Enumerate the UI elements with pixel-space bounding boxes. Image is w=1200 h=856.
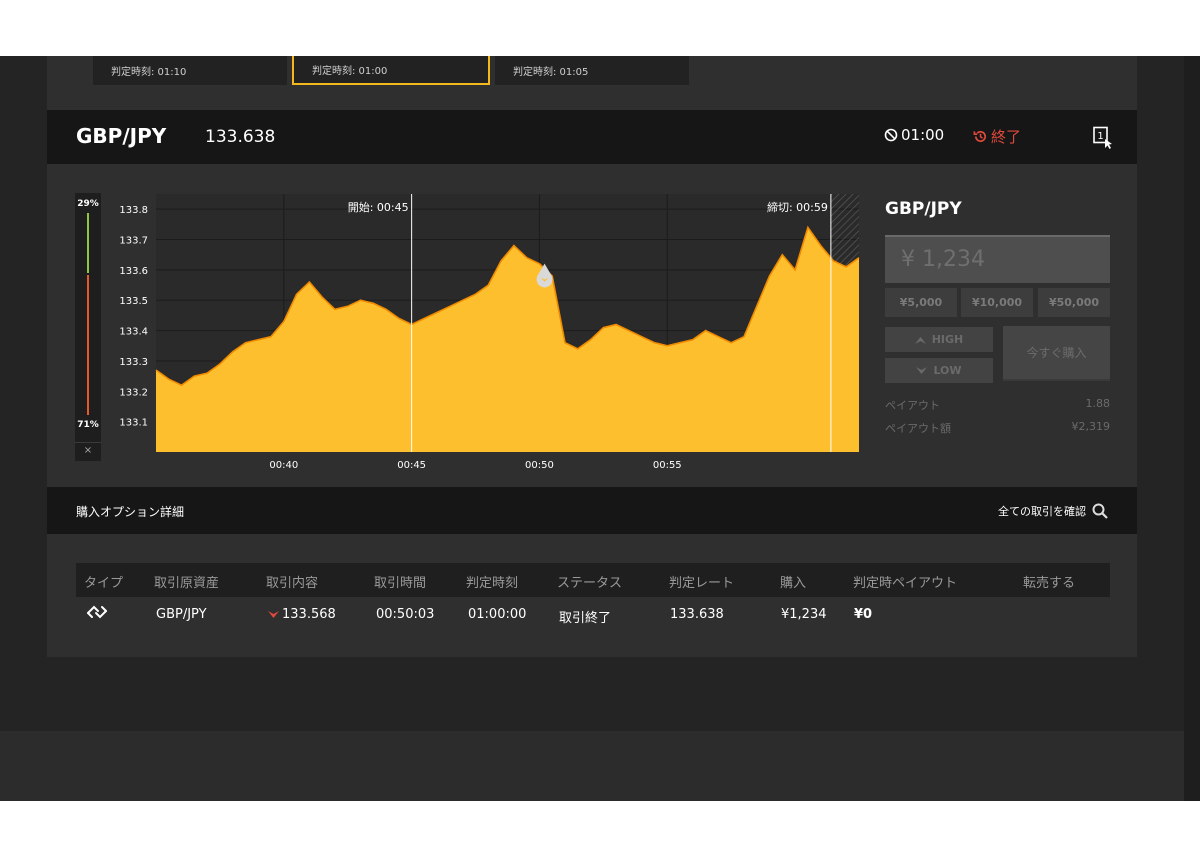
x-tick-label: 00:50 <box>525 460 554 471</box>
col-status: ステータス <box>557 576 623 591</box>
arrow-down-icon <box>916 366 928 374</box>
start-marker-label: 開始: 00:45 <box>348 200 409 214</box>
time-card-0100-selected[interactable]: 判定時刻: 01:00 <box>292 56 490 85</box>
y-tick-label: 133.8 <box>119 205 148 216</box>
row-payout: ¥0 <box>854 607 873 622</box>
sentiment-high-pct: 29% <box>77 199 99 209</box>
high-button[interactable]: HIGH <box>885 327 993 352</box>
sentiment-low-pct: 71% <box>77 420 99 430</box>
sentiment-close-button[interactable]: × <box>75 442 101 456</box>
details-title: 購入オプション詳細 <box>76 505 185 519</box>
col-payout: 判定時ペイアウト <box>853 576 958 591</box>
sentiment-low-line <box>87 275 89 415</box>
row-content-value: 133.568 <box>282 607 336 622</box>
col-judge-rate: 判定レート <box>669 576 735 591</box>
scrollbar-track[interactable] <box>1184 56 1200 801</box>
payout-amount-value: ¥2,319 <box>1071 420 1111 433</box>
col-asset: 取引原資産 <box>154 576 220 591</box>
col-content: 取引内容 <box>266 576 319 591</box>
row-trade-time: 00:50:03 <box>376 607 435 622</box>
svg-text:1: 1 <box>1097 131 1103 142</box>
y-tick-label: 133.1 <box>119 418 148 429</box>
confirm-all-label: 全ての取引を確認 <box>998 505 1086 518</box>
search-icon <box>1092 503 1108 519</box>
x-tick-label: 00:40 <box>269 460 298 471</box>
timer-text: 01:00 <box>901 126 945 144</box>
time-card-0110[interactable]: 判定時刻: 01:10 <box>93 56 287 85</box>
asset-price: 133.638 <box>205 127 276 147</box>
confirm-all-trades-link[interactable]: 全ての取引を確認 <box>998 503 1108 519</box>
row-purchase: ¥1,234 <box>781 607 827 622</box>
footer-band <box>0 731 1184 801</box>
high-label: HIGH <box>931 333 964 346</box>
amount-input[interactable]: ¥ 1,234 <box>885 235 1110 283</box>
y-tick-label: 133.4 <box>119 327 148 338</box>
payout-value: 1.88 <box>1085 397 1111 410</box>
y-tick-label: 133.7 <box>119 236 148 247</box>
no-entry-icon <box>884 128 898 142</box>
payout-amount-label: ペイアウト額 <box>885 422 951 435</box>
sentiment-high-line <box>87 213 89 273</box>
trade-panel-pair: GBP/JPY <box>885 199 962 219</box>
expiry-timer: 01:00 <box>884 126 944 144</box>
preset-50000-button[interactable]: ¥50,000 <box>1038 288 1110 317</box>
low-button[interactable]: LOW <box>885 358 993 383</box>
arrow-down-icon <box>268 610 279 618</box>
status-ended: 終了 <box>973 126 1021 147</box>
y-tick-label: 133.3 <box>119 357 148 368</box>
x-tick-label: 00:45 <box>397 460 426 471</box>
payout-label: ペイアウト <box>885 399 940 412</box>
row-judge-rate: 133.638 <box>670 607 724 622</box>
y-tick-label: 133.2 <box>119 387 148 398</box>
buy-now-button[interactable]: 今すぐ購入 <box>1003 326 1110 381</box>
y-tick-label: 133.5 <box>119 296 148 307</box>
col-judge-time: 判定時刻 <box>466 576 519 591</box>
row-status: 取引終了 <box>559 611 612 626</box>
price-chart[interactable]: 133.8 133.7 133.6 133.5 133.4 133.3 133.2 133.1… <box>100 190 870 475</box>
time-card-0105[interactable]: 判定時刻: 01:05 <box>495 56 689 85</box>
time-card-label: 判定時刻: 01:05 <box>513 67 589 78</box>
row-content: 133.568 <box>268 607 336 622</box>
end-marker-label: 締切: 00:59 <box>767 200 828 214</box>
history-icon <box>973 130 986 142</box>
high-low-icon <box>87 605 107 619</box>
details-header <box>47 487 1137 534</box>
col-trade-time: 取引時間 <box>374 576 427 591</box>
x-tick-label: 00:55 <box>653 460 682 471</box>
asset-pair: GBP/JPY <box>76 124 167 148</box>
row-judge-time: 01:00:00 <box>468 607 527 622</box>
low-label: LOW <box>933 364 962 377</box>
row-asset: GBP/JPY <box>156 607 207 622</box>
col-resell: 転売する <box>1023 576 1076 591</box>
preset-5000-button[interactable]: ¥5,000 <box>885 288 957 317</box>
col-type: タイプ <box>84 576 124 591</box>
arrow-up-icon <box>914 336 926 344</box>
one-click-icon[interactable]: 1 <box>1093 126 1113 150</box>
time-card-label: 判定時刻: 01:10 <box>111 67 187 78</box>
preset-10000-button[interactable]: ¥10,000 <box>961 288 1033 317</box>
y-tick-label: 133.6 <box>119 266 148 277</box>
status-text: 終了 <box>991 128 1022 146</box>
time-card-label: 判定時刻: 01:00 <box>312 66 388 77</box>
col-purchase: 購入 <box>780 576 807 591</box>
